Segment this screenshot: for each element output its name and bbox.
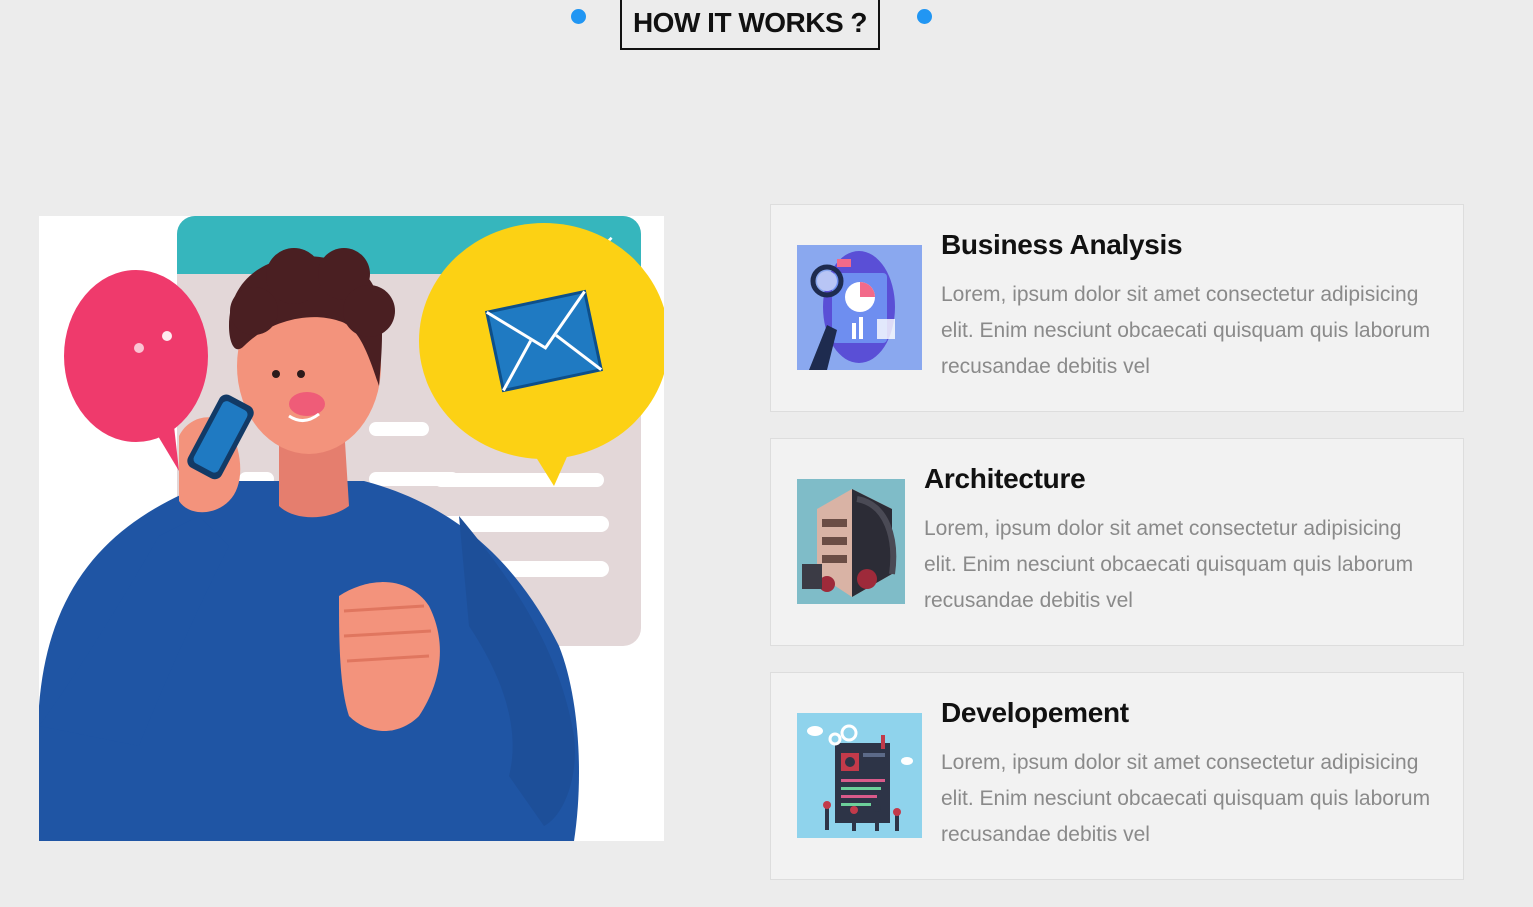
- card-description: Lorem, ipsum dolor sit amet consectetur …: [924, 517, 1414, 612]
- service-card-architecture[interactable]: Architecture Lorem, ipsum dolor sit amet…: [770, 438, 1464, 646]
- card-title: Business Analysis: [941, 229, 1183, 260]
- person-on-phone-icon: ✕: [39, 216, 664, 841]
- section-title-box: HOW IT WORKS ?: [620, 0, 880, 50]
- hero-illustration: ✕: [39, 216, 664, 841]
- service-card-development[interactable]: Developement Lorem, ipsum dolor sit amet…: [770, 672, 1464, 880]
- card-title: Developement: [941, 697, 1129, 728]
- card-description: Lorem, ipsum dolor sit amet consectetur …: [941, 751, 1431, 846]
- card-description: Lorem, ipsum dolor sit amet consectetur …: [941, 283, 1431, 378]
- development-icon: [797, 713, 922, 838]
- service-card-business-analysis[interactable]: Business Analysis Lorem, ipsum dolor sit…: [770, 204, 1464, 412]
- section-title: HOW IT WORKS ?: [632, 7, 868, 38]
- title-left-dot: [571, 9, 586, 24]
- title-right-dot: [917, 9, 932, 24]
- business-analysis-icon: [797, 245, 922, 370]
- architecture-icon: [797, 479, 905, 604]
- card-title: Architecture: [924, 463, 1086, 494]
